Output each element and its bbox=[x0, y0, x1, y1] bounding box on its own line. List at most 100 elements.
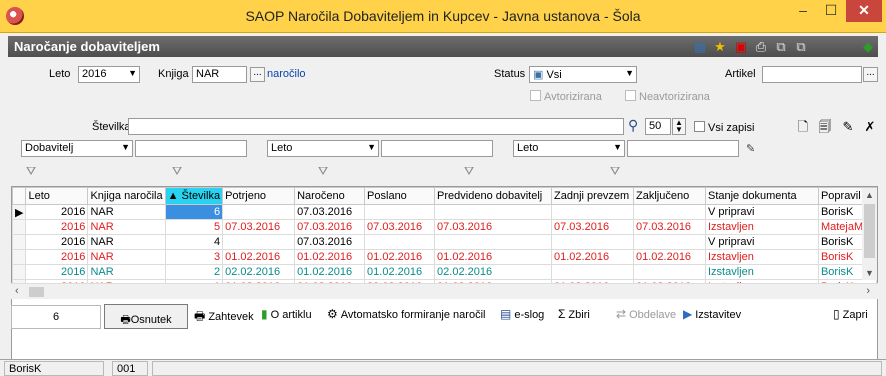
table-cell: NAR bbox=[87, 249, 166, 265]
table-cell: 3 bbox=[164, 249, 224, 265]
status-code: 001 bbox=[112, 361, 148, 376]
title-bar: SAOP Naročila Dobaviteljem in Kupcev - J… bbox=[0, 0, 886, 33]
zahtevek-button[interactable]: 🖶 Zahtevek bbox=[194, 307, 254, 328]
pdf-icon[interactable]: ▣ bbox=[733, 39, 749, 54]
edit-document-icon[interactable]: ✎ bbox=[840, 119, 856, 134]
search-icon[interactable]: ⚲ bbox=[628, 117, 638, 134]
filter3-input[interactable] bbox=[627, 140, 739, 157]
table-cell: 07.03.2016 bbox=[294, 234, 366, 250]
eslog-button[interactable]: ▤ e-slog bbox=[500, 307, 544, 321]
funnel-icon[interactable]: ⛛ bbox=[318, 164, 328, 179]
osnutek-button[interactable]: 🖶Osnutek bbox=[104, 304, 188, 329]
info-icon: ▮ bbox=[261, 307, 268, 321]
status-select[interactable]: ▣ Vsi ▼ bbox=[529, 66, 637, 83]
count-spinner[interactable]: ▲ ▼ bbox=[672, 118, 686, 135]
artikel-input[interactable] bbox=[762, 66, 862, 83]
table-cell: 01.02.2016 bbox=[633, 249, 706, 265]
row-indicator: ▶ bbox=[11, 204, 27, 220]
copy-document-icon[interactable]: 🗐 bbox=[817, 119, 833, 134]
filter2-select[interactable]: Leto ▼ bbox=[267, 140, 379, 157]
window-title: SAOP Naročila Dobaviteljem in Kupcev - J… bbox=[245, 8, 641, 24]
calculator-icon[interactable]: ▦ bbox=[692, 39, 708, 54]
orders-table: Leto Knjiga naročila ▲ Številka Potrjeno… bbox=[11, 187, 878, 295]
table-cell: 01.02.2016 bbox=[551, 249, 634, 265]
table-cell: 01.02.2016 bbox=[294, 249, 366, 265]
table-cell: 2016 bbox=[25, 264, 89, 280]
table-row[interactable]: 2016 NAR 3 01.02.2016 01.02.2016 01.02.2016 01… bbox=[11, 249, 878, 265]
avtomatsko-button[interactable]: ⚙ Avtomatsko formiranje naročil bbox=[327, 307, 485, 321]
knjiga-input[interactable]: NAR bbox=[192, 66, 247, 83]
o-artiklu-button[interactable]: ▮ O artiklu bbox=[261, 307, 312, 321]
avtorizirana-checkbox[interactable]: Avtorizirana bbox=[530, 90, 602, 103]
filter2-input[interactable] bbox=[381, 140, 493, 157]
artikel-lookup-button[interactable]: ... bbox=[863, 67, 878, 82]
table-cell bbox=[633, 204, 706, 220]
star-icon[interactable]: ★ bbox=[712, 39, 728, 54]
row-indicator bbox=[11, 234, 27, 250]
filter3-select[interactable]: Leto ▼ bbox=[513, 140, 625, 157]
table-header-row: Leto Knjiga naročila ▲ Številka Potrjeno… bbox=[11, 187, 878, 205]
status-message bbox=[152, 361, 882, 376]
column-header[interactable]: Leto bbox=[25, 187, 89, 205]
table-cell: 2016 bbox=[25, 234, 89, 250]
table-cell: 4 bbox=[164, 234, 224, 250]
filter1-select[interactable]: Dobavitelj ▼ bbox=[21, 140, 133, 157]
table-cell: 01.02.2016 bbox=[294, 264, 366, 280]
horizontal-scrollbar[interactable]: ‹ › bbox=[11, 283, 878, 299]
table-cell bbox=[434, 204, 553, 220]
vertical-scrollbar[interactable]: ▲ ▼ bbox=[862, 188, 877, 280]
minimize-button[interactable]: – bbox=[788, 0, 818, 22]
table-cell: 2016 bbox=[25, 204, 89, 220]
leto-select[interactable]: 2016 ▼ bbox=[78, 66, 140, 83]
table-cell: 02.02.2016 bbox=[222, 264, 296, 280]
table-row[interactable]: 2016 NAR 2 02.02.2016 01.02.2016 01.02.2016 02… bbox=[11, 264, 878, 280]
funnel-icon[interactable]: ⛛ bbox=[610, 164, 620, 179]
izstavitev-button[interactable]: ▶ Izstavitev bbox=[683, 307, 741, 321]
table-cell: 07.03.2016 bbox=[222, 219, 296, 235]
table-row[interactable]: 2016 NAR 4 07.03.2016 V pripravi BorisK bbox=[11, 234, 878, 250]
table-row[interactable]: 2016 NAR 5 07.03.2016 07.03.2016 07.03.2016 07… bbox=[11, 219, 878, 235]
neavtorizirana-checkbox[interactable]: Neavtorizirana bbox=[625, 90, 710, 103]
table-cell: Izstavljen bbox=[704, 219, 819, 235]
printer-icon: 🖶 bbox=[120, 314, 131, 326]
stevilka-input[interactable] bbox=[128, 118, 624, 135]
paste-icon[interactable]: ⧉ bbox=[793, 39, 809, 54]
clear-filter-icon[interactable]: ✎ bbox=[746, 142, 755, 155]
column-header[interactable]: Zadnji prevzem bbox=[551, 187, 634, 205]
column-header[interactable]: Zaključeno bbox=[633, 187, 706, 205]
column-header[interactable]: Potrjeno bbox=[222, 187, 296, 205]
export-icon: ▶ bbox=[683, 307, 693, 321]
column-header[interactable]: Stanje dokumenta bbox=[704, 187, 819, 205]
table-cell: 2 bbox=[164, 264, 224, 280]
funnel-icon[interactable]: ⛛ bbox=[26, 164, 36, 179]
column-header[interactable]: Knjiga naročila bbox=[87, 187, 166, 205]
maximize-button[interactable]: ☐ bbox=[816, 0, 846, 22]
obdelave-button[interactable]: ⇄ Obdelave bbox=[616, 307, 676, 321]
table-cell: 01.02.2016 bbox=[222, 249, 296, 265]
funnel-icon[interactable]: ⛛ bbox=[172, 164, 182, 179]
column-header-sorted[interactable]: ▲ Številka bbox=[164, 187, 224, 205]
column-header[interactable]: Poslano bbox=[364, 187, 436, 205]
close-button[interactable]: ✕ bbox=[846, 0, 882, 22]
record-count-input[interactable]: 50 bbox=[645, 118, 671, 135]
column-header[interactable]: Naročeno bbox=[294, 187, 366, 205]
help-icon[interactable]: ◆ bbox=[860, 39, 876, 54]
orders-grid[interactable]: Leto Knjiga naročila ▲ Številka Potrjeno… bbox=[11, 186, 878, 362]
filter1-input[interactable] bbox=[135, 140, 247, 157]
table-cell: Izstavljen bbox=[704, 249, 819, 265]
table-cell: 02.02.2016 bbox=[434, 264, 553, 280]
column-header[interactable]: Predvideno dobavitelj bbox=[434, 187, 553, 205]
zapri-button[interactable]: ▯ Zapri bbox=[833, 307, 868, 321]
delete-document-icon[interactable]: ✗ bbox=[862, 119, 878, 134]
knjiga-lookup-button[interactable]: ... bbox=[250, 67, 265, 82]
table-cell: 2016 bbox=[25, 249, 89, 265]
vsi-zapisi-checkbox[interactable]: Vsi zapisi bbox=[694, 121, 754, 134]
new-document-icon[interactable]: 🗋 bbox=[795, 119, 811, 134]
zbiri-button[interactable]: Σ Zbiri bbox=[558, 307, 590, 321]
print-icon[interactable]: ⎙ bbox=[753, 39, 769, 54]
table-cell: 07.03.2016 bbox=[364, 219, 436, 235]
copy-icon[interactable]: ⧉ bbox=[773, 39, 789, 54]
funnel-icon[interactable]: ⛛ bbox=[464, 164, 474, 179]
table-row[interactable]: ▶ 2016 NAR 6 07.03.2016 V pripravi BorisK bbox=[11, 204, 878, 220]
table-cell bbox=[222, 204, 296, 220]
